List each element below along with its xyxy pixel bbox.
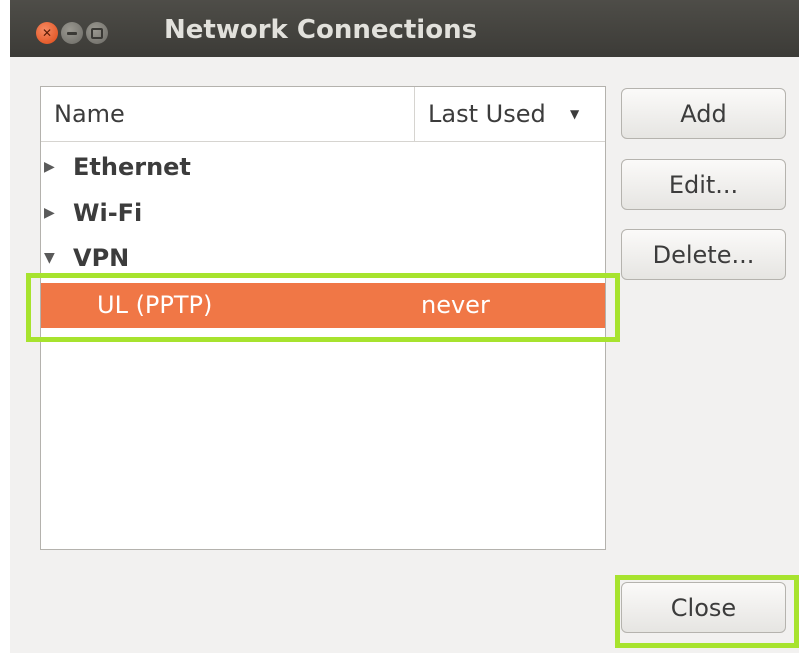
window-close-icon[interactable]: ✕ (36, 22, 58, 44)
title-bar[interactable]: ✕ Network Connections (10, 0, 799, 57)
highlight-box-selected-connection (26, 273, 620, 342)
add-button[interactable]: Add (621, 88, 786, 139)
list-header: Name Last Used ▼ (41, 87, 605, 142)
highlight-box-close-button (615, 575, 799, 648)
group-ethernet[interactable]: ▶ Ethernet (41, 147, 605, 187)
group-vpn[interactable]: ▼ VPN (41, 238, 605, 278)
sort-descending-icon[interactable]: ▼ (570, 87, 579, 141)
expander-collapsed-icon[interactable]: ▶ (44, 147, 55, 187)
expander-expanded-icon[interactable]: ▼ (44, 238, 55, 278)
expander-collapsed-icon[interactable]: ▶ (44, 193, 55, 233)
delete-button[interactable]: Delete... (621, 229, 786, 280)
column-header-name[interactable]: Name (54, 87, 125, 141)
group-label-wifi: Wi-Fi (73, 199, 143, 227)
window-maximize-icon[interactable] (86, 22, 108, 44)
group-label-vpn: VPN (73, 244, 130, 272)
column-header-last-used[interactable]: Last Used (428, 87, 546, 141)
group-wifi[interactable]: ▶ Wi-Fi (41, 193, 605, 233)
column-divider (414, 87, 415, 141)
group-label-ethernet: Ethernet (73, 153, 191, 181)
edit-button[interactable]: Edit... (621, 159, 786, 210)
window-minimize-icon[interactable] (61, 22, 83, 44)
window-title: Network Connections (164, 15, 478, 45)
